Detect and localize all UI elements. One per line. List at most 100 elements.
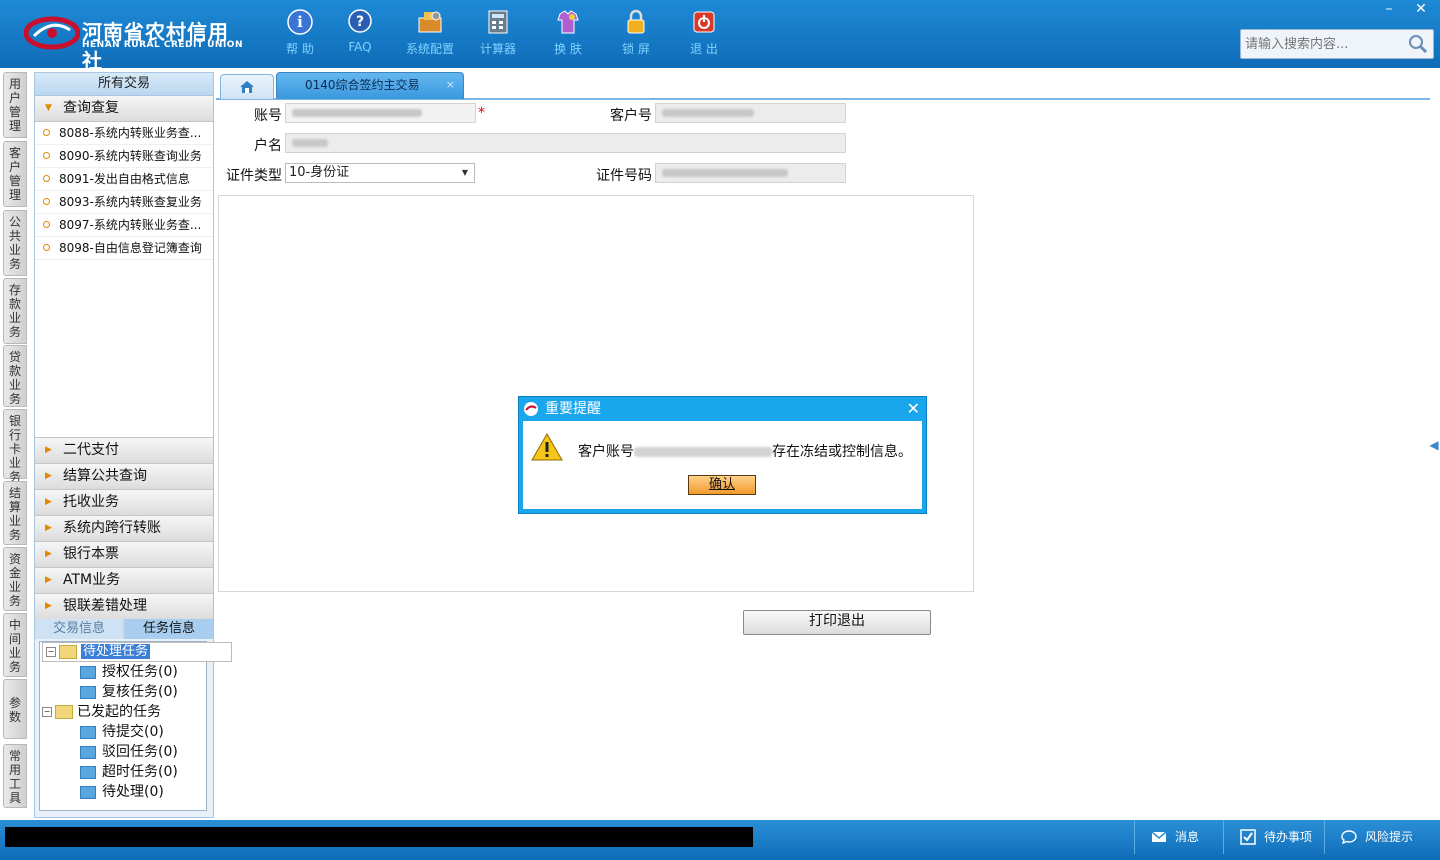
list-item[interactable]: 8097-系统内转账业务查...	[35, 214, 213, 237]
vtab-public-business[interactable]: 公共业务	[3, 210, 27, 276]
tree-node-timeout[interactable]: 超时任务(0)	[80, 762, 178, 782]
tree-node-review-tasks[interactable]: 复核任务(0)	[80, 682, 178, 702]
task-icon	[80, 765, 96, 779]
window-close-button[interactable]: ✕	[1406, 0, 1436, 18]
tree-node-rejected[interactable]: 驳回任务(0)	[80, 742, 178, 762]
required-mark: *	[478, 105, 485, 121]
masked-account	[634, 447, 772, 457]
id-no-field[interactable]	[655, 163, 846, 183]
collapse-panel-icon[interactable]: ◀	[1428, 420, 1440, 470]
tab-transaction-info[interactable]: 交易信息	[35, 619, 123, 639]
svg-text:i: i	[297, 13, 303, 31]
print-exit-button[interactable]: 打印退出	[743, 610, 931, 635]
skin-icon	[557, 10, 579, 34]
search-icon[interactable]	[1407, 33, 1429, 55]
category-second-gen-payment[interactable]: ▶ 二代支付	[35, 438, 213, 464]
lock-button[interactable]: 锁 屏	[604, 6, 668, 62]
category-collection[interactable]: ▶ 托收业务	[35, 490, 213, 516]
calculator-button[interactable]: 计算器	[466, 6, 530, 62]
exit-label: 退 出	[690, 42, 718, 56]
tab-task-info[interactable]: 任务信息	[125, 619, 213, 639]
category-interbank-transfer[interactable]: ▶ 系统内跨行转账	[35, 516, 213, 542]
info-tabs: 交易信息 任务信息	[35, 619, 213, 639]
help-icon: i	[287, 9, 313, 35]
customer-no-field[interactable]	[655, 103, 846, 123]
tab-close-icon[interactable]: ×	[446, 73, 455, 97]
transaction-panel: 所有交易 ▼ 查询查复 8088-系统内转账业务查... 8090-系统内转账查…	[34, 72, 232, 818]
account-field[interactable]	[285, 103, 476, 123]
name-field[interactable]	[285, 133, 846, 153]
id-type-select[interactable]: 10-身份证 ▼	[285, 163, 475, 183]
collapse-toggle-icon[interactable]: −	[42, 707, 52, 717]
minimize-button[interactable]: –	[1374, 0, 1404, 18]
tree-node-auth-tasks[interactable]: 授权任务(0)	[80, 662, 178, 682]
list-item[interactable]: 8091-发出自由格式信息	[35, 168, 213, 191]
tree-node-to-process[interactable]: 待处理(0)	[80, 782, 164, 802]
collapsed-arrow-icon: ▶	[45, 471, 52, 481]
vtab-user-management[interactable]: 用户管理	[3, 72, 27, 138]
vtab-loan-business[interactable]: 贷款业务	[3, 345, 27, 407]
alert-dialog: 重要提醒 ✕ 客户账号 存在冻结或控制信息。 确认	[518, 396, 927, 514]
tree-node-to-submit[interactable]: 待提交(0)	[80, 722, 164, 742]
help-button[interactable]: i 帮 助	[268, 6, 332, 62]
logo-mark-icon	[24, 16, 80, 50]
logo-text-en: HENAN RURAL CREDIT UNION	[82, 40, 243, 50]
svg-text:?: ?	[356, 14, 364, 30]
faq-button[interactable]: ? FAQ	[328, 6, 392, 62]
collapsed-arrow-icon: ▶	[45, 445, 52, 455]
bullet-icon	[43, 175, 50, 182]
category-atm[interactable]: ▶ ATM业务	[35, 568, 213, 594]
list-item[interactable]: 8098-自由信息登记簿查询	[35, 237, 213, 260]
bullet-icon	[43, 198, 50, 205]
confirm-button[interactable]: 确认	[688, 475, 756, 495]
vtab-fund-business[interactable]: 资金业务	[3, 547, 27, 611]
vtab-customer-management[interactable]: 客户管理	[3, 141, 27, 207]
chat-bubble-icon	[1341, 830, 1357, 845]
vtab-common-tools[interactable]: 常用工具	[3, 744, 27, 808]
status-message-area	[5, 827, 753, 847]
config-label: 系统配置	[405, 42, 454, 56]
help-label: 帮 助	[286, 42, 314, 56]
collapsed-arrow-icon: ▶	[45, 575, 52, 585]
collapsed-arrow-icon: ▶	[45, 523, 52, 533]
skin-button[interactable]: 换 肤	[536, 6, 600, 62]
messages-button[interactable]: 消息	[1134, 820, 1223, 854]
workspace-tabs: 0140综合签约主交易 ×	[216, 72, 1430, 100]
config-button[interactable]: 系统配置	[398, 6, 462, 62]
dialog-message: 客户账号 存在冻结或控制信息。	[578, 444, 912, 460]
category-settlement-query[interactable]: ▶ 结算公共查询	[35, 464, 213, 490]
exit-button[interactable]: 退 出	[672, 6, 736, 62]
tab-0140-contract[interactable]: 0140综合签约主交易 ×	[276, 72, 464, 99]
category-unionpay-error[interactable]: ▶ 银联差错处理	[35, 594, 213, 620]
checkbox-icon	[1240, 829, 1256, 845]
tree-node-initiated[interactable]: − 已发起的任务	[42, 702, 161, 722]
task-icon	[80, 685, 96, 699]
vtab-intermediate-business[interactable]: 中间业务	[3, 613, 27, 677]
category-bank-draft[interactable]: ▶ 银行本票	[35, 542, 213, 568]
list-item[interactable]: 8093-系统内转账查复业务	[35, 191, 213, 214]
vtab-parameters[interactable]: 参数	[3, 679, 27, 739]
exit-icon	[693, 11, 715, 33]
vtab-settlement-business[interactable]: 结算业务	[3, 481, 27, 545]
tab-label: 0140综合签约主交易	[305, 78, 420, 92]
tree-node-pending[interactable]: − 待处理任务	[42, 642, 232, 662]
faq-label: FAQ	[348, 40, 372, 54]
id-no-label: 证件号码	[596, 168, 652, 184]
vtab-deposit-business[interactable]: 存款业务	[3, 278, 27, 344]
tab-home[interactable]	[220, 74, 274, 99]
list-item[interactable]: 8088-系统内转账业务查...	[35, 122, 213, 145]
list-item[interactable]: 8090-系统内转账查询业务	[35, 145, 213, 168]
expanded-arrow-icon: ▼	[45, 103, 52, 113]
category-query-reply[interactable]: ▼ 查询查复	[35, 96, 213, 122]
home-icon	[240, 81, 254, 93]
dialog-close-button[interactable]: ✕	[907, 397, 920, 421]
risk-alert-button[interactable]: 风险提示	[1324, 820, 1440, 854]
todo-button[interactable]: 待办事项	[1223, 820, 1324, 854]
search-input[interactable]	[1243, 33, 1407, 55]
vtab-card-business[interactable]: 银行卡业务	[3, 409, 27, 484]
collapse-toggle-icon[interactable]: −	[46, 646, 56, 657]
bullet-icon	[43, 221, 50, 228]
brand-logo: 河南省农村信用社 HENAN RURAL CREDIT UNION	[24, 12, 244, 73]
category-label: 查询查复	[63, 100, 119, 116]
collapsed-arrow-icon: ▶	[45, 549, 52, 559]
